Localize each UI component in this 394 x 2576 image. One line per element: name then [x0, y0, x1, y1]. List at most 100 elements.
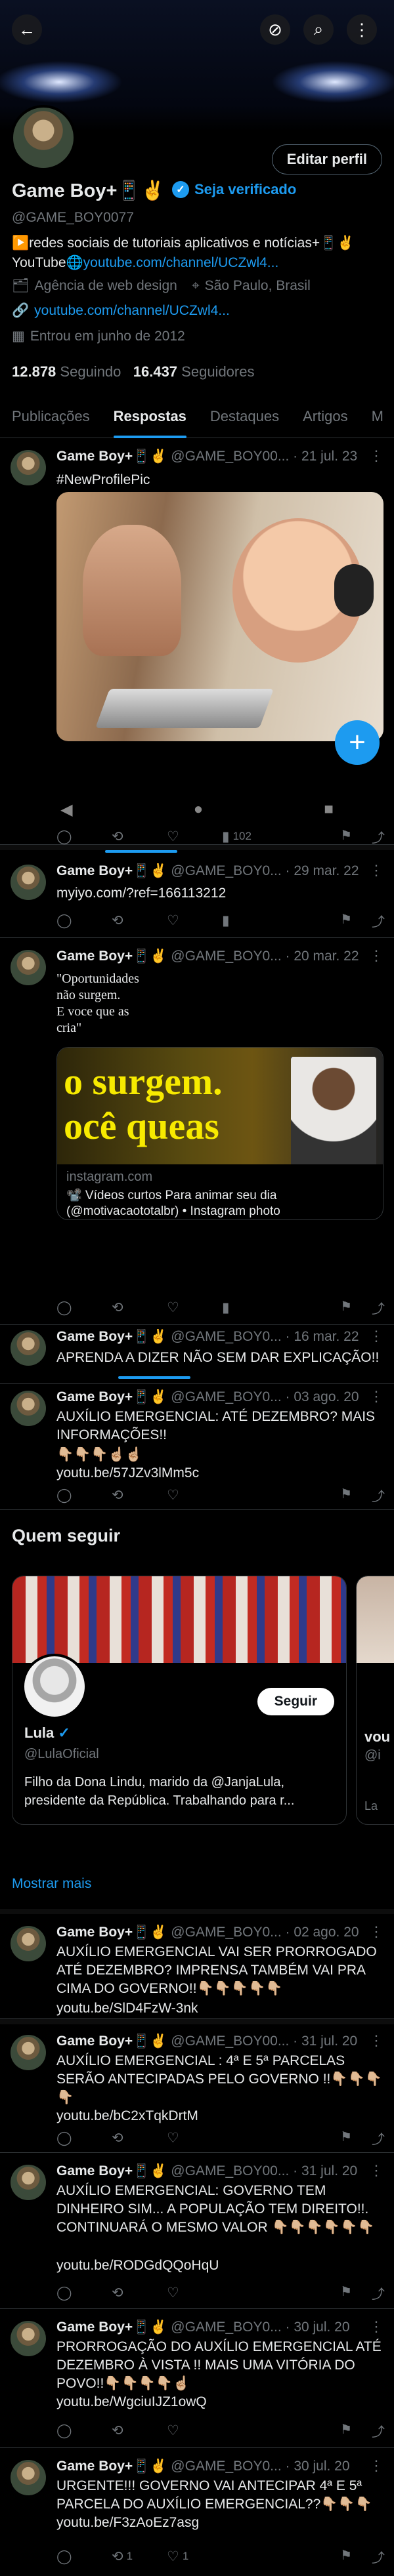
like-button[interactable]: ♡ — [167, 912, 222, 929]
post-hashtag[interactable]: #NewProfilePic — [56, 471, 382, 489]
back-nav-icon[interactable]: ◀ — [60, 800, 72, 819]
tab-highlights[interactable]: Destaques — [198, 399, 291, 438]
bio-link[interactable]: youtube.com/channel/UCZwl4... — [83, 255, 279, 270]
follow-card[interactable]: Seguir Lula ✓ @LulaOficial Filho da Dona… — [12, 1576, 347, 1825]
post-link[interactable]: youtu.be/F3zAoEz7asg — [56, 2514, 382, 2532]
compose-button[interactable]: + — [335, 720, 380, 765]
share-icon[interactable]: ⤴ — [372, 2283, 385, 2302]
post[interactable]: Game Boy+📱✌ @GAME_BOY00... · 31 jul. 20 … — [0, 2023, 394, 2153]
reply-button[interactable]: ◯ — [56, 2423, 112, 2439]
reply-button[interactable]: ◯ — [56, 828, 112, 845]
follow-name[interactable]: Lula — [24, 1725, 54, 1741]
more-icon[interactable]: ⋮ — [369, 2318, 383, 2335]
like-button[interactable]: ♡ — [167, 2285, 222, 2301]
follow-card[interactable]: vou @i La — [356, 1576, 394, 1825]
post[interactable]: Game Boy+📱✌ @GAME_BOY0... · 20 mar. 22 ⋮… — [0, 938, 394, 1325]
more-icon[interactable]: ⋮ — [369, 1328, 383, 1345]
following-link[interactable]: 12.878 Seguindo — [12, 363, 121, 380]
avatar[interactable] — [22, 1654, 87, 1719]
profile-avatar[interactable] — [11, 105, 76, 171]
repost-button[interactable]: ⟲ — [112, 828, 167, 845]
more-icon[interactable]: ⋮ — [369, 2457, 383, 2474]
bookmark-icon[interactable]: ⚑ — [340, 2283, 352, 2302]
get-verified-link[interactable]: ✓ Seja verificado — [172, 181, 296, 198]
repost-button[interactable]: ⟲ — [112, 1299, 167, 1316]
website-link[interactable]: youtube.com/channel/UCZwl4... — [34, 303, 230, 319]
bookmark-icon[interactable]: ⚑ — [340, 2421, 352, 2440]
post-link[interactable]: youtu.be/bC2xTqkDrtM — [56, 2107, 382, 2125]
share-icon[interactable]: ⤴ — [372, 1486, 385, 1505]
post-author[interactable]: Game Boy+📱✌ — [56, 949, 167, 964]
repost-button[interactable]: ⟲ — [112, 1487, 167, 1503]
more-button[interactable]: ⋮ — [347, 14, 377, 45]
like-button[interactable]: ♡ — [167, 828, 222, 845]
share-icon[interactable]: ⤴ — [372, 2421, 385, 2440]
post-link[interactable]: myiyo.com/?ref=166113212 — [56, 884, 382, 903]
post-author[interactable]: Game Boy+📱✌ — [56, 863, 167, 878]
repost-button[interactable]: ⟲ — [112, 912, 167, 929]
post[interactable]: Game Boy+📱✌ @GAME_BOY0... · 30 jul. 20 ⋮… — [0, 2309, 394, 2448]
avatar[interactable] — [11, 2321, 46, 2356]
post-author[interactable]: Game Boy+📱✌ — [56, 2163, 167, 2178]
post[interactable]: Game Boy+📱✌ @GAME_BOY0... · 30 jul. 20 ⋮… — [0, 2448, 394, 2576]
bookmark-icon[interactable]: ⚑ — [340, 911, 352, 930]
follow-button[interactable]: Seguir — [257, 1688, 334, 1715]
post-author[interactable]: Game Boy+📱✌ — [56, 2034, 167, 2049]
tab-posts[interactable]: Publicações — [0, 399, 102, 438]
avatar[interactable] — [11, 2035, 46, 2070]
share-icon[interactable]: ⤴ — [372, 2129, 385, 2148]
more-icon[interactable]: ⋮ — [369, 947, 383, 964]
post-author[interactable]: Game Boy+📱✌ — [56, 1329, 167, 1344]
back-button[interactable]: ← — [12, 14, 42, 45]
bookmark-icon[interactable]: ⚑ — [340, 2129, 352, 2148]
avatar[interactable] — [11, 2165, 46, 2200]
post-link[interactable]: youtu.be/SlD4FzW-3nk — [56, 1999, 382, 2018]
more-icon[interactable]: ⋮ — [369, 1388, 383, 1405]
reply-button[interactable]: ◯ — [56, 2285, 112, 2301]
post-author[interactable]: Game Boy+📱✌ — [56, 449, 167, 464]
more-icon[interactable]: ⋮ — [369, 862, 383, 879]
avatar[interactable] — [11, 1330, 46, 1366]
edit-profile-button[interactable]: Editar perfil — [271, 144, 382, 174]
bookmark-icon[interactable]: ⚑ — [340, 1486, 352, 1505]
post-link[interactable]: youtu.be/57JZv3lMm5c — [56, 1464, 382, 1482]
share-icon[interactable]: ⤴ — [372, 1298, 385, 1317]
repost-button[interactable]: ⟲ — [112, 2423, 167, 2439]
bookmark-icon[interactable]: ⚑ — [340, 2547, 352, 2566]
post-image[interactable] — [56, 492, 383, 741]
like-button[interactable]: ♡ — [167, 2423, 222, 2439]
avatar[interactable] — [11, 950, 46, 985]
share-icon[interactable]: ⤴ — [372, 911, 385, 930]
like-button[interactable]: ♡ — [167, 2130, 222, 2146]
post[interactable]: Game Boy+📱✌ @GAME_BOY00... · 31 jul. 20 … — [0, 2153, 394, 2309]
post[interactable]: Game Boy+📱✌ @GAME_BOY0... · 02 ago. 20 ⋮… — [0, 1914, 394, 2019]
more-icon[interactable]: ⋮ — [369, 2032, 383, 2049]
repost-button[interactable]: ⟲ — [112, 2285, 167, 2301]
avatar[interactable] — [11, 1391, 46, 1426]
avatar[interactable] — [11, 865, 46, 900]
views-button[interactable]: ▮ — [222, 1299, 277, 1316]
like-button[interactable]: ♡ 1 — [167, 2548, 222, 2565]
more-icon[interactable]: ⋮ — [369, 1923, 383, 1940]
like-button[interactable]: ♡ — [167, 1299, 222, 1316]
repost-button[interactable]: ⟲ 1 — [112, 2548, 167, 2565]
search-button[interactable]: ⌕ — [303, 14, 334, 45]
mute-button[interactable]: ⊘ — [260, 14, 290, 45]
avatar[interactable] — [11, 1926, 46, 1961]
home-nav-icon[interactable]: ● — [194, 800, 204, 819]
post[interactable]: Game Boy+📱✌ @GAME_BOY00... · 21 jul. 23 … — [0, 438, 394, 846]
views-button[interactable]: ▮ — [222, 912, 277, 929]
bookmark-icon[interactable]: ⚑ — [340, 827, 352, 846]
views-button[interactable]: ▮ 102 — [222, 828, 277, 845]
share-icon[interactable]: ⤴ — [372, 2547, 385, 2566]
reply-button[interactable]: ◯ — [56, 912, 112, 929]
share-icon[interactable]: ⤴ — [372, 827, 385, 846]
post-author[interactable]: Game Boy+📱✌ — [56, 2459, 167, 2474]
post-link[interactable]: youtu.be/RODGdQQoHqU — [56, 2257, 382, 2275]
repost-button[interactable]: ⟲ — [112, 2130, 167, 2146]
bookmark-icon[interactable]: ⚑ — [340, 1298, 352, 1317]
post-link[interactable]: youtu.be/WgciuIJZ1owQ — [56, 2393, 382, 2411]
post-author[interactable]: Game Boy+📱✌ — [56, 1925, 167, 1940]
more-icon[interactable]: ⋮ — [369, 2162, 383, 2179]
post[interactable]: Game Boy+📱✌ @GAME_BOY0... · 03 ago. 20 ⋮… — [0, 1379, 394, 1510]
